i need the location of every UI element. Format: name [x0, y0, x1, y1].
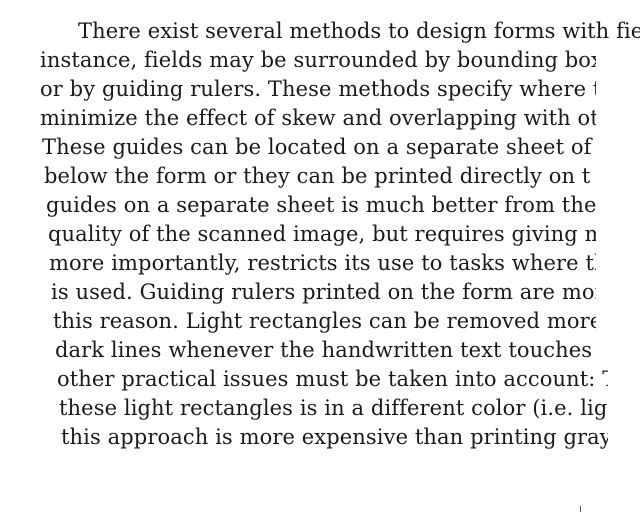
text-line-12: dark lines whenever the handwritten text…: [55, 338, 596, 362]
text-line-4: minimize the effect of skew and overlapp…: [40, 106, 596, 130]
text-line-7: guides on a separate sheet is much bette…: [46, 193, 596, 217]
text-line-3: or by guiding rulers. These methods spec…: [40, 77, 596, 101]
text-line-15: this approach is more expensive than pri…: [61, 425, 608, 449]
text-line-14: these light rectangles is in a different…: [59, 396, 608, 420]
text-line-6: below the form or they can be printed di…: [44, 164, 591, 188]
scan-speck: [580, 506, 581, 512]
text-line-11: this reason. Light rectangles can be rem…: [53, 309, 596, 333]
text-line-10: is used. Guiding rulers printed on the f…: [51, 280, 596, 304]
text-line-5: These guides can be located on a separat…: [42, 135, 592, 159]
text-line-9: more importantly, restricts its use to t…: [49, 251, 596, 275]
text-line-1: There exist several methods to design fo…: [78, 19, 640, 43]
text-line-2: instance, fields may be surrounded by bo…: [40, 48, 596, 72]
scanned-page: There exist several methods to design fo…: [0, 0, 640, 520]
text-line-13: other practical issues must be taken int…: [57, 367, 608, 391]
text-line-8: quality of the scanned image, but requir…: [48, 222, 596, 246]
